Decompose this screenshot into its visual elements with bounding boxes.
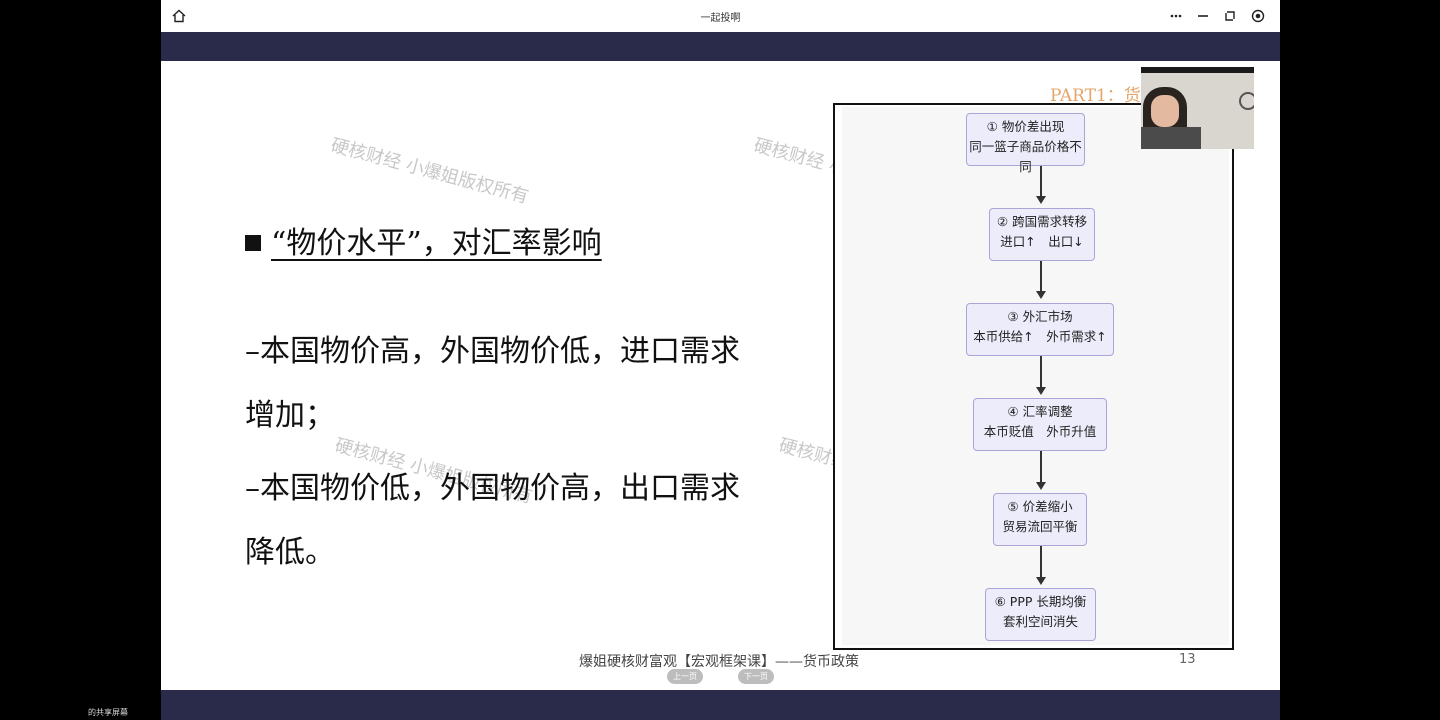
- title-bar: 一起投啊: [161, 0, 1280, 33]
- arrow-head-icon: [1036, 577, 1046, 585]
- arrow-head-icon: [1036, 482, 1046, 490]
- flow-node-detail: 同一篮子商品价格不同: [969, 139, 1082, 174]
- flow-node: ③ 外汇市场 本币供给↑ 外币需求↑: [966, 303, 1114, 356]
- flow-node-detail: 进口↑ 出口↓: [1000, 234, 1084, 249]
- flow-node-title: ④ 汇率调整: [1007, 404, 1073, 419]
- slide-heading: “物价水平”，对汇率影响: [245, 218, 602, 262]
- body-line: 降低。: [245, 535, 335, 570]
- slide: 硬核财经 小爆姐版权所有 硬核财经 小爆姐版权所有 硬核财经 小爆姐版权所有 硬…: [161, 61, 1280, 690]
- flow-node: ② 跨国需求转移 进口↑ 出口↓: [989, 208, 1095, 261]
- flow-arrow: [1040, 451, 1042, 482]
- flow-node: ⑥ PPP 长期均衡 套利空间消失: [985, 588, 1096, 641]
- slide-footer: 爆姐硬核财富观【宏观框架课】——货币政策: [579, 654, 859, 670]
- flow-node-detail: 本币贬值 外币升值: [983, 424, 1097, 439]
- webcam-video[interactable]: [1141, 67, 1254, 149]
- flow-arrow: [1040, 261, 1042, 291]
- prev-page-button[interactable]: 上一页: [667, 669, 703, 684]
- restore-icon[interactable]: [1220, 6, 1240, 26]
- bottom-band: [161, 690, 1280, 720]
- presenter-shirt: [1141, 127, 1201, 149]
- flow-node: ④ 汇率调整 本币贬值 外币升值: [973, 398, 1107, 451]
- top-band: [161, 32, 1280, 61]
- minimize-icon[interactable]: [1193, 6, 1213, 26]
- flow-node-title: ③ 外汇市场: [1007, 309, 1073, 324]
- presenter-face: [1151, 95, 1179, 127]
- flowchart-frame: ① 物价差出现 同一篮子商品价格不同 ② 跨国需求转移 进口↑ 出口↓ ③ 外汇…: [833, 103, 1234, 650]
- flow-node-title: ⑤ 价差缩小: [1007, 499, 1073, 514]
- square-bullet-icon: [245, 235, 261, 251]
- body-line: –本国物价高，外国物价低，进口需求: [245, 334, 740, 369]
- more-icon[interactable]: [1166, 6, 1186, 26]
- flow-node-title: ② 跨国需求转移: [996, 214, 1088, 229]
- flow-node-detail: 套利空间消失: [1002, 614, 1078, 629]
- body-line: 增加；: [245, 398, 335, 433]
- screen-share-label: 的共享屏幕: [88, 708, 128, 717]
- flow-node-detail: 本币供给↑ 外币需求↑: [973, 329, 1107, 344]
- flow-node: ① 物价差出现 同一篮子商品价格不同: [966, 113, 1085, 174]
- app-window: 一起投啊 硬核财经 小爆姐版权所有 硬核财经 小爆姐版权所有 硬核财经 小爆姐版…: [161, 0, 1280, 720]
- flow-arrow: [1040, 166, 1042, 196]
- record-icon[interactable]: [1248, 6, 1268, 26]
- flow-node-detail: 贸易流回平衡: [1002, 519, 1078, 534]
- window-title: 一起投啊: [700, 13, 741, 24]
- flow-node-title: ① 物价差出现: [986, 119, 1065, 134]
- watermark: 硬核财经 小爆姐版权所有: [328, 134, 531, 208]
- arrow-head-icon: [1036, 387, 1046, 395]
- flow-arrow: [1040, 356, 1042, 387]
- flow-node-title: ⑥ PPP 长期均衡: [994, 594, 1087, 609]
- flow-arrow: [1040, 546, 1042, 577]
- page-number: 13: [1179, 652, 1196, 667]
- next-page-button[interactable]: 下一页: [738, 669, 774, 684]
- arrow-head-icon: [1036, 196, 1046, 204]
- ring-light-icon: [1239, 92, 1254, 110]
- arrow-head-icon: [1036, 291, 1046, 299]
- heading-text: “物价水平”，对汇率影响: [271, 226, 602, 261]
- flowchart: ① 物价差出现 同一篮子商品价格不同 ② 跨国需求转移 进口↑ 出口↓ ③ 外汇…: [842, 107, 1229, 645]
- flow-node: ⑤ 价差缩小 贸易流回平衡: [993, 493, 1087, 546]
- body-line: –本国物价低，外国物价高，出口需求: [245, 471, 740, 506]
